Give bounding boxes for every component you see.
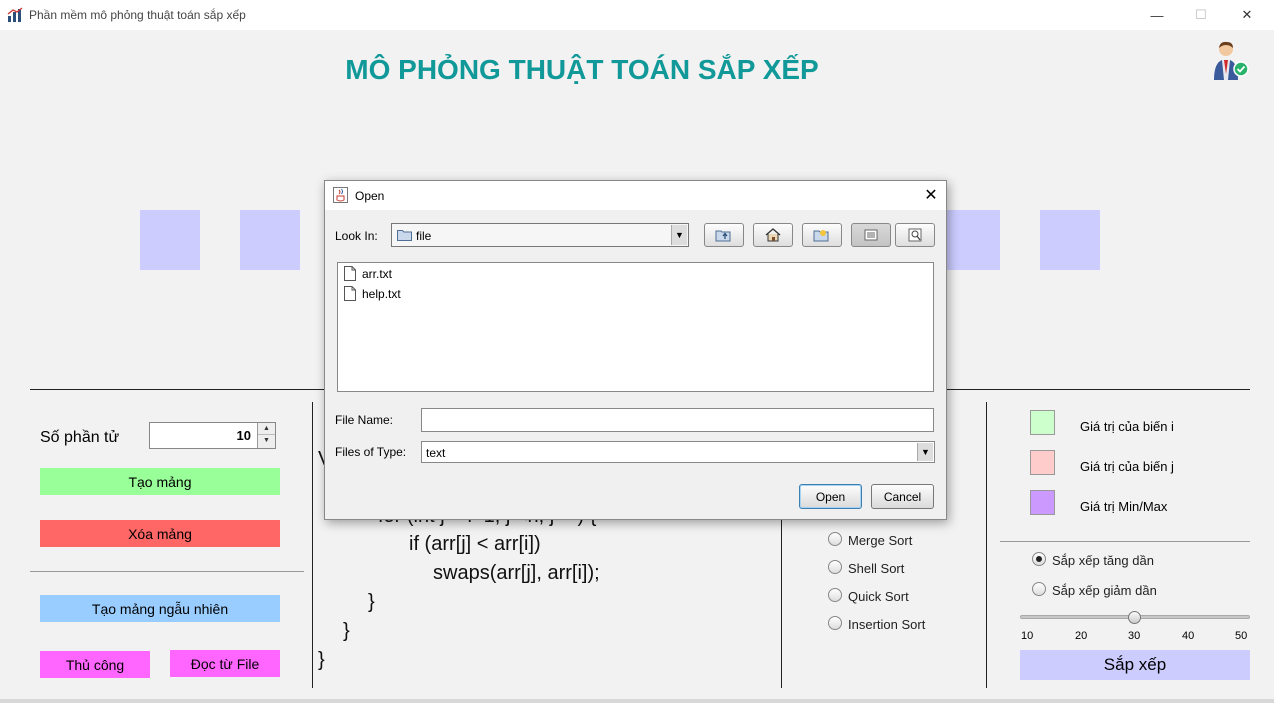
list-item[interactable]: arr.txt bbox=[344, 266, 392, 281]
ascending-radio[interactable] bbox=[1032, 552, 1046, 566]
file-name[interactable]: arr.txt bbox=[362, 267, 392, 281]
element-count-label: Số phần tử bbox=[40, 429, 120, 446]
merge-sort-label[interactable]: Merge Sort bbox=[848, 533, 912, 548]
ascending-label[interactable]: Sắp xếp tăng dần bbox=[1052, 553, 1154, 568]
page-title: MÔ PHỎNG THUẬT TOÁN SẮP XẾP bbox=[345, 54, 819, 85]
details-view-button[interactable] bbox=[895, 223, 935, 247]
new-folder-icon bbox=[813, 230, 829, 242]
shell-sort-radio[interactable] bbox=[828, 560, 842, 574]
insertion-sort-radio[interactable] bbox=[828, 616, 842, 630]
code-line: if (arr[j] < arr[i]) bbox=[409, 533, 541, 555]
descending-radio[interactable] bbox=[1032, 582, 1046, 596]
up-one-level-icon bbox=[715, 230, 731, 242]
file-icon bbox=[344, 266, 356, 281]
quick-sort-radio[interactable] bbox=[828, 588, 842, 602]
home-icon bbox=[765, 228, 781, 242]
look-in-select[interactable]: file ▼ bbox=[391, 223, 689, 247]
slider-tick-label: 10 bbox=[1021, 630, 1034, 642]
quick-sort-label[interactable]: Quick Sort bbox=[848, 589, 909, 604]
divider bbox=[30, 571, 304, 572]
divider bbox=[986, 402, 987, 688]
open-file-dialog: Open ✕ Look In: file ▼ arr.txt help.txt … bbox=[324, 180, 947, 520]
maximize-button[interactable]: ☐ bbox=[1178, 2, 1224, 28]
chevron-down-icon[interactable]: ▼ bbox=[671, 225, 687, 245]
dialog-titlebar: Open ✕ bbox=[325, 181, 946, 210]
legend-swatch-i bbox=[1030, 410, 1055, 435]
insertion-sort-label[interactable]: Insertion Sort bbox=[848, 617, 925, 632]
code-line: } bbox=[343, 620, 350, 642]
new-folder-button[interactable] bbox=[802, 223, 842, 247]
array-element bbox=[240, 210, 300, 270]
window-titlebar: Phần mềm mô phỏng thuật toán sắp xếp — ☐… bbox=[0, 0, 1274, 30]
file-icon bbox=[344, 286, 356, 301]
array-element bbox=[940, 210, 1000, 270]
java-cup-icon bbox=[333, 187, 348, 203]
array-element bbox=[1040, 210, 1100, 270]
up-one-level-button[interactable] bbox=[704, 223, 744, 247]
read-from-file-button[interactable]: Đọc từ File bbox=[170, 650, 280, 677]
user-avatar-icon[interactable] bbox=[1206, 40, 1252, 82]
window-title: Phần mềm mô phỏng thuật toán sắp xếp bbox=[29, 8, 246, 22]
descending-label[interactable]: Sắp xếp giảm dần bbox=[1052, 583, 1157, 598]
manual-input-button[interactable]: Thủ công bbox=[40, 651, 150, 678]
chevron-down-icon[interactable]: ▼ bbox=[917, 443, 933, 461]
merge-sort-radio[interactable] bbox=[828, 532, 842, 546]
legend-label-minmax: Giá trị Min/Max bbox=[1080, 499, 1168, 514]
slider-tick-label: 50 bbox=[1235, 630, 1248, 642]
slider-tick-label: 40 bbox=[1182, 630, 1195, 642]
minimize-button[interactable]: — bbox=[1134, 2, 1180, 28]
code-line: } bbox=[318, 649, 325, 671]
legend-swatch-minmax bbox=[1030, 490, 1055, 515]
element-count-value[interactable]: 10 bbox=[237, 428, 251, 443]
spinner-arrows[interactable]: ▲ ▼ bbox=[257, 423, 275, 448]
files-of-type-value: text bbox=[426, 446, 446, 460]
code-line: swaps(arr[j], arr[i]); bbox=[433, 562, 600, 584]
file-name-label: File Name: bbox=[335, 413, 394, 427]
sort-button[interactable]: Sắp xếp bbox=[1020, 650, 1250, 680]
element-count-spinner[interactable]: 10 ▲ ▼ bbox=[149, 422, 276, 449]
shell-sort-label[interactable]: Shell Sort bbox=[848, 561, 904, 576]
file-name[interactable]: help.txt bbox=[362, 287, 401, 301]
open-button[interactable]: Open bbox=[799, 484, 862, 509]
spinner-down-icon[interactable]: ▼ bbox=[258, 435, 275, 447]
spinner-up-icon[interactable]: ▲ bbox=[258, 423, 275, 435]
list-view-icon bbox=[864, 229, 878, 241]
random-array-button[interactable]: Tạo mảng ngẫu nhiên bbox=[40, 595, 280, 622]
files-of-type-select[interactable]: text ▼ bbox=[421, 441, 935, 463]
speed-slider-thumb[interactable] bbox=[1128, 611, 1141, 624]
taskbar-strip bbox=[0, 699, 1274, 703]
delete-array-button[interactable]: Xóa mảng bbox=[40, 520, 280, 547]
look-in-label: Look In: bbox=[335, 229, 378, 243]
home-button[interactable] bbox=[753, 223, 793, 247]
legend-label-i: Giá trị của biến i bbox=[1080, 419, 1174, 434]
files-of-type-label: Files of Type: bbox=[335, 445, 407, 459]
legend-label-j: Giá trị của biến j bbox=[1080, 459, 1174, 474]
cancel-button[interactable]: Cancel bbox=[871, 484, 934, 509]
divider bbox=[312, 402, 313, 688]
slider-tick-label: 20 bbox=[1075, 630, 1088, 642]
look-in-value: file bbox=[416, 229, 432, 243]
create-array-button[interactable]: Tạo mảng bbox=[40, 468, 280, 495]
slider-tick-label: 30 bbox=[1128, 630, 1141, 642]
legend-swatch-j bbox=[1030, 450, 1055, 475]
dialog-close-icon[interactable]: ✕ bbox=[921, 185, 941, 205]
file-list[interactable]: arr.txt help.txt bbox=[337, 262, 934, 392]
file-name-input[interactable] bbox=[421, 408, 934, 432]
details-view-icon bbox=[908, 228, 922, 242]
list-item[interactable]: help.txt bbox=[344, 286, 401, 301]
close-button[interactable]: ✕ bbox=[1224, 2, 1270, 28]
dialog-title: Open bbox=[355, 189, 385, 203]
list-view-button[interactable] bbox=[851, 223, 891, 247]
app-chart-icon bbox=[7, 7, 23, 22]
code-line: } bbox=[368, 591, 375, 613]
folder-icon bbox=[397, 230, 412, 241]
array-element bbox=[140, 210, 200, 270]
divider bbox=[1000, 541, 1250, 542]
